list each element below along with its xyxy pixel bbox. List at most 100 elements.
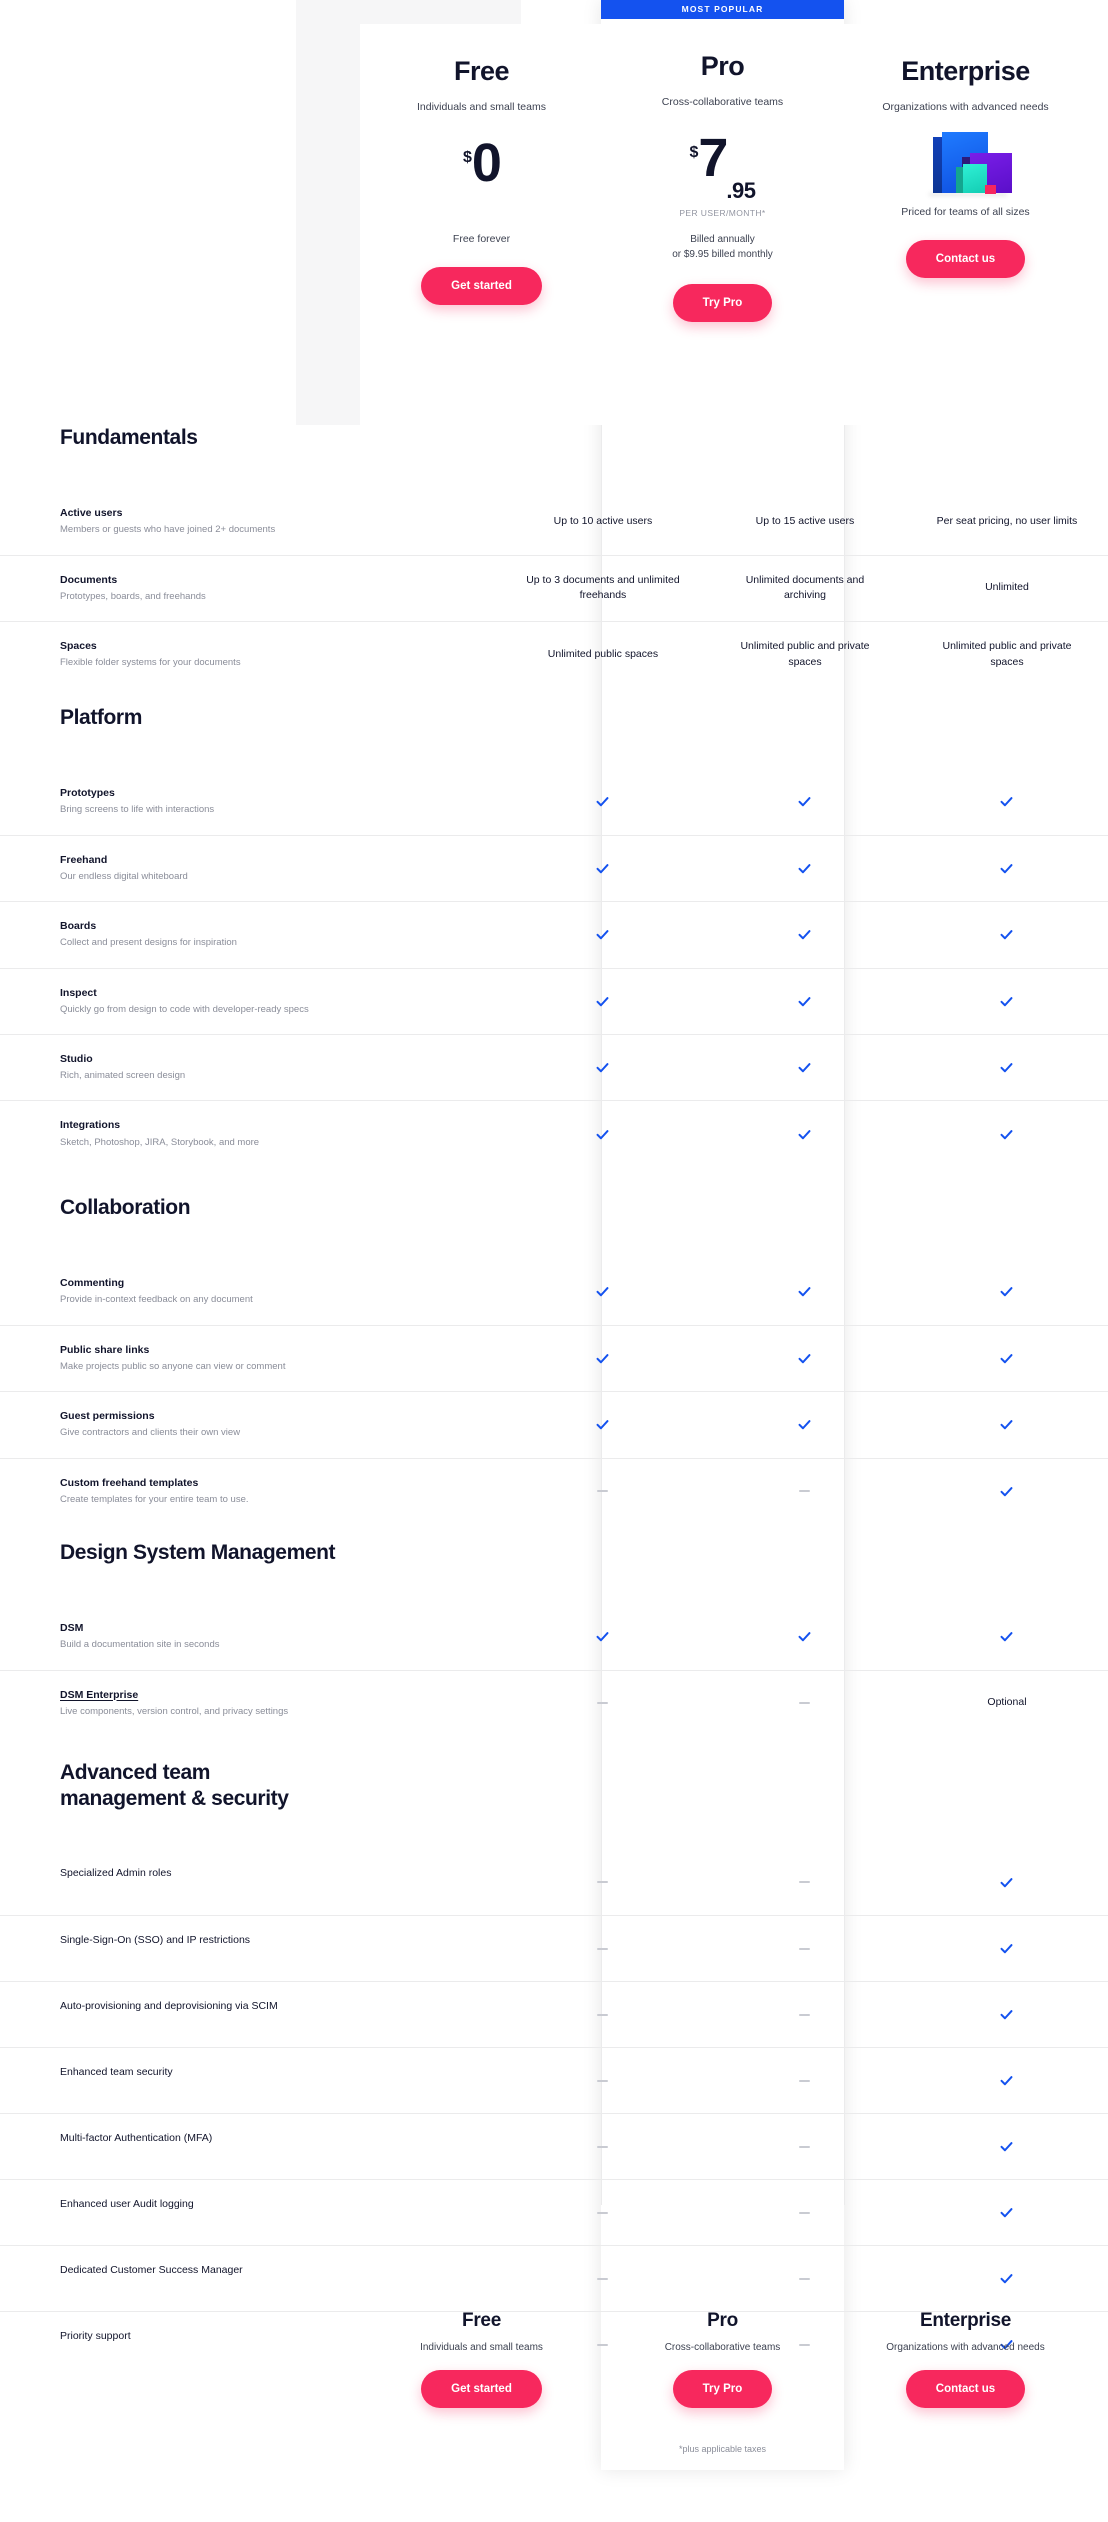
billing-note-enterprise: Priced for teams of all sizes bbox=[901, 205, 1030, 218]
section-title: Design System Management bbox=[60, 1541, 336, 1564]
check-icon bbox=[797, 1351, 812, 1366]
feature-description: Members or guests who have joined 2+ doc… bbox=[60, 523, 276, 535]
check-icon bbox=[595, 1127, 610, 1142]
check-icon bbox=[797, 794, 812, 809]
feature-name: Custom freehand templates bbox=[60, 1476, 199, 1489]
feature-row: DSM Enterprise Live components, version c… bbox=[0, 1669, 1108, 1736]
check-icon bbox=[999, 2073, 1014, 2088]
feature-name: DSM bbox=[60, 1621, 84, 1634]
check-icon bbox=[999, 1941, 1014, 1956]
feature-name: Enhanced team security bbox=[60, 2066, 173, 2079]
feature-name[interactable]: DSM Enterprise bbox=[60, 1688, 442, 1703]
price-unit-pro: PER USER/MONTH* bbox=[679, 207, 766, 218]
feature-value-cell bbox=[906, 1326, 1108, 1391]
feature-label-cell: Auto-provisioning and deprovisioning via… bbox=[0, 1982, 502, 2031]
dash-icon bbox=[799, 1881, 811, 1884]
feature-value-cell bbox=[502, 769, 704, 835]
dash-icon bbox=[799, 2079, 811, 2082]
feature-value-cell bbox=[502, 2114, 704, 2179]
enterprise-blocks-icon bbox=[925, 131, 1012, 197]
dash-icon bbox=[799, 1947, 811, 1950]
section-title: Advanced team management & security bbox=[60, 1761, 289, 1810]
feature-value-cell bbox=[704, 1604, 906, 1670]
footer-contact-us-button[interactable]: Contact us bbox=[905, 2370, 1026, 2408]
check-icon bbox=[595, 927, 610, 942]
feature-name: Specialized Admin roles bbox=[60, 1867, 172, 1880]
feature-value-cell bbox=[704, 1392, 906, 1457]
feature-name: Freehand bbox=[60, 853, 108, 866]
feature-value-cell: Unlimited public spaces bbox=[547, 647, 659, 660]
contact-us-button[interactable]: Contact us bbox=[905, 239, 1026, 278]
currency-symbol-pro: $ bbox=[689, 143, 699, 161]
feature-name-link[interactable]: DSM Enterprise bbox=[60, 1689, 138, 1701]
feature-value-cell bbox=[502, 1916, 704, 1981]
feature-value-cell bbox=[502, 1459, 704, 1524]
feature-value-cell bbox=[502, 1259, 704, 1325]
feature-value-cell: Per seat pricing, no user limits bbox=[936, 514, 1078, 527]
feature-value-cell bbox=[906, 969, 1108, 1034]
feature-description: Bring screens to life with interactions bbox=[60, 803, 215, 815]
feature-value-cell bbox=[906, 902, 1108, 967]
feature-row: Boards Collect and present designs for in… bbox=[0, 901, 1108, 967]
footer-plan-pro: Pro Cross-collaborative teams Try Pro *p… bbox=[601, 2278, 844, 2454]
feature-name: Auto-provisioning and deprovisioning via… bbox=[60, 2000, 278, 2013]
dash-icon bbox=[597, 1881, 609, 1884]
feature-value-cell: Up to 15 active users bbox=[755, 514, 855, 527]
feature-label-cell: Spaces Flexible folder systems for your d… bbox=[0, 622, 502, 687]
get-started-button[interactable]: Get started bbox=[421, 266, 542, 305]
check-icon bbox=[595, 1284, 610, 1299]
try-pro-button[interactable]: Try Pro bbox=[672, 283, 773, 322]
check-icon bbox=[999, 2205, 1014, 2220]
feature-row: Commenting Provide in-context feedback on… bbox=[0, 1259, 1108, 1325]
feature-value-cell bbox=[906, 836, 1108, 901]
feature-description: Build a documentation site in seconds bbox=[60, 1638, 220, 1650]
feature-value-cell bbox=[906, 2180, 1108, 2245]
price-cents-pro: .95 bbox=[726, 177, 756, 203]
billing-note-pro: Billed annually or $9.95 billed monthly bbox=[601, 232, 844, 262]
dash-icon bbox=[799, 1490, 811, 1493]
feature-value-cell bbox=[704, 2048, 906, 2113]
feature-value-cell bbox=[704, 769, 906, 835]
feature-row: Integrations Sketch, Photoshop, JIRA, Sto… bbox=[0, 1100, 1108, 1166]
feature-value-cell bbox=[502, 1604, 704, 1670]
feature-section: Design System Management DSM Build a docum… bbox=[0, 1540, 1108, 1736]
plan-tagline-pro: Cross-collaborative teams bbox=[661, 95, 784, 108]
check-icon bbox=[797, 1127, 812, 1142]
check-icon bbox=[797, 927, 812, 942]
feature-row: Custom freehand templates Create template… bbox=[0, 1457, 1108, 1524]
price-free: $ 0 bbox=[360, 136, 603, 217]
footer-try-pro-button[interactable]: Try Pro bbox=[672, 2370, 773, 2408]
feature-name: Single-Sign-On (SSO) and IP restrictions bbox=[60, 1934, 251, 1947]
feature-description: Provide in-context feedback on any docum… bbox=[60, 1293, 253, 1305]
price-pro: $ 7 .95 bbox=[601, 127, 844, 212]
feature-description: Flexible folder systems for your documen… bbox=[60, 657, 241, 669]
dash-icon bbox=[597, 2013, 609, 2016]
check-icon bbox=[797, 1417, 812, 1432]
footer-get-started-button[interactable]: Get started bbox=[421, 2370, 542, 2408]
dash-icon bbox=[597, 2079, 609, 2082]
feature-value-cell bbox=[704, 1916, 906, 1981]
check-icon bbox=[999, 1060, 1014, 1075]
footer-plan-tagline-enterprise: Organizations with advanced needs bbox=[886, 2342, 1045, 2353]
feature-row: Active users Members or guests who have j… bbox=[0, 489, 1108, 555]
feature-row: Guest permissions Give contractors and cl… bbox=[0, 1391, 1108, 1457]
price-amount-pro: 7 bbox=[698, 127, 728, 188]
feature-row: Spaces Flexible folder systems for your d… bbox=[0, 621, 1108, 688]
feature-name: Spaces bbox=[60, 640, 97, 653]
feature-label-cell: Enhanced user Audit logging bbox=[0, 2180, 502, 2229]
plan-card-pro: MOST POPULAR Pro Cross-collaborative tea… bbox=[601, 0, 844, 401]
feature-label-cell: Freehand Our endless digital whiteboard bbox=[0, 836, 502, 901]
billing-line-2: or $9.95 billed monthly bbox=[672, 248, 773, 260]
currency-symbol-free: $ bbox=[463, 148, 472, 166]
check-icon bbox=[595, 794, 610, 809]
feature-value-cell bbox=[704, 1982, 906, 2047]
feature-description: Our endless digital whiteboard bbox=[60, 870, 188, 882]
dash-icon bbox=[597, 1490, 609, 1493]
feature-value-cell bbox=[906, 1259, 1108, 1325]
footer-plan-tagline-free: Individuals and small teams bbox=[420, 2342, 543, 2353]
check-icon bbox=[999, 794, 1014, 809]
check-icon bbox=[797, 1629, 812, 1644]
feature-value-cell bbox=[502, 1101, 704, 1166]
dash-icon bbox=[799, 2145, 811, 2148]
feature-value-cell: Unlimited bbox=[985, 581, 1029, 594]
